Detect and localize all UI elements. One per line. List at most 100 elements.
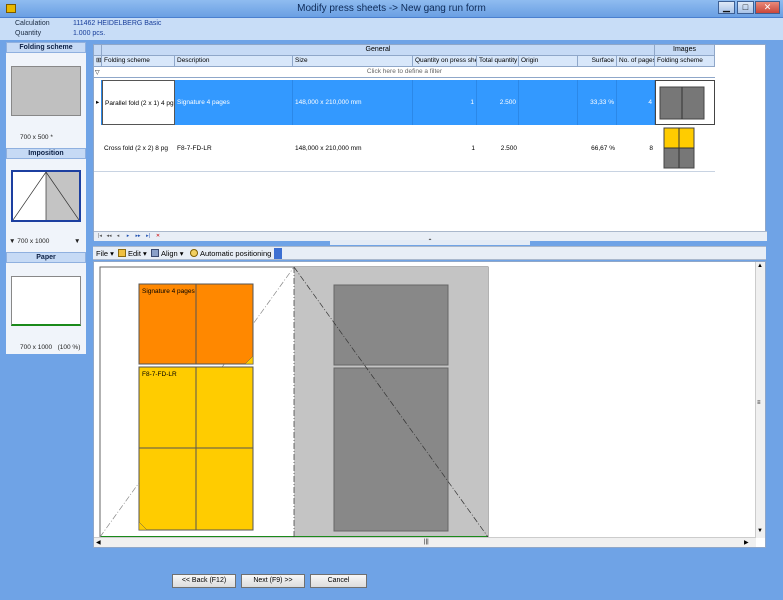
automatic-positioning-label: Automatic positioning (200, 249, 272, 258)
scroll-right-icon[interactable]: ▶ (744, 539, 749, 546)
cell-folding-scheme[interactable]: Cross fold (2 x 2) 8 pg (102, 126, 175, 171)
align-menu-label: Align (161, 249, 178, 258)
table-row[interactable]: Cross fold (2 x 2) 8 pg F8-7-FD-LR 148,0… (94, 126, 654, 171)
automatic-positioning-button[interactable]: Automatic positioning (190, 249, 271, 258)
triangle-down-icon: ▼ (9, 238, 16, 245)
paper-size-row: 700 x 1000 (100 %) (20, 344, 80, 351)
vertical-scrollbar[interactable]: ▲ ≡ ▼ (755, 262, 765, 538)
group-header-general: General (102, 45, 655, 56)
table-row[interactable]: ▸ Parallel fold (2 x 1) 4 pg Signature 4… (94, 80, 655, 125)
edit-menu[interactable]: Edit ▾ (118, 249, 147, 258)
align-icon (151, 249, 159, 257)
cell-description[interactable]: Signature 4 pages (175, 80, 293, 125)
calculation-label: Calculation (15, 20, 50, 27)
paper-size: 700 x 1000 (20, 344, 53, 351)
imposition-dropdown-icon[interactable]: ▼ (74, 238, 80, 245)
close-button[interactable]: ✕ (755, 1, 780, 14)
filter-row[interactable]: Click here to define a filter (94, 67, 715, 78)
prev-page-icon[interactable]: ◂◂ (105, 233, 113, 240)
cell-surface[interactable]: 66,67 % (578, 126, 617, 171)
cancel-button[interactable]: Cancel (310, 574, 367, 588)
column-header-description[interactable]: Description (175, 56, 293, 67)
f8-signature-label[interactable]: F8-7-FD-LR (142, 371, 177, 378)
column-header-pages[interactable]: No. of pages (617, 56, 655, 67)
quantity-label: Quantity (15, 30, 42, 37)
hscroll-thumb-icon[interactable]: ||| (424, 539, 429, 545)
column-header-surface[interactable]: Surface (578, 56, 617, 67)
cell-surface[interactable]: 33,33 % (578, 80, 617, 125)
filter-placeholder: Click here to define a filter (366, 68, 443, 75)
cell-size[interactable]: 148,000 x 210,000 mm (293, 80, 413, 125)
column-header-total-quantity[interactable]: Total quantity (477, 56, 519, 67)
back-button[interactable]: << Back (F12) (172, 574, 236, 588)
row-indicator-icon: ▸ (94, 80, 102, 125)
next-record-icon[interactable]: ▸ (124, 233, 132, 240)
quantity-row: Quantity 1.000 pcs. (15, 30, 105, 37)
cell-description[interactable]: F8-7-FD-LR (175, 126, 293, 171)
folding-scheme-preview[interactable] (11, 66, 81, 116)
next-page-icon[interactable]: ▸▸ (134, 233, 142, 240)
cell-pages[interactable]: 8 (617, 126, 655, 171)
align-menu[interactable]: Align ▾ (151, 249, 184, 258)
maximize-button[interactable]: □ (737, 1, 754, 14)
magic-wand-icon (190, 249, 198, 257)
file-menu-label: File (96, 249, 109, 258)
calculation-row: Calculation 111462 HEIDELBERG Basic (15, 20, 161, 27)
row-divider (94, 171, 715, 172)
folding-scheme-header[interactable]: Folding scheme (6, 42, 86, 53)
column-header-origin[interactable]: Origin (519, 56, 578, 67)
paper-percent: (100 %) (57, 344, 81, 351)
column-header-folding-scheme[interactable]: Folding scheme (102, 56, 175, 67)
cell-origin[interactable] (519, 80, 578, 125)
column-header-quantity-on-sheet[interactable]: Quantity on press she (413, 56, 477, 67)
edit-icon (118, 249, 126, 257)
horizontal-scrollbar[interactable]: ◀ ||| ▶ (94, 537, 756, 547)
toolbar-overflow-icon[interactable] (274, 248, 282, 259)
paper-header[interactable]: Paper (6, 252, 86, 263)
cell-total-qty[interactable]: 2.500 (477, 126, 519, 171)
imposition-preview[interactable] (11, 170, 81, 222)
parallel-fold-thumbnail (659, 86, 705, 120)
next-button[interactable]: Next (F9) >> (241, 574, 305, 588)
cell-folding-scheme[interactable]: Parallel fold (2 x 1) 4 pg (102, 80, 175, 125)
cell-qty-on-sheet[interactable]: 1 (413, 80, 477, 125)
cell-origin[interactable] (519, 126, 578, 171)
grid-corner (94, 45, 102, 56)
cell-qty-on-sheet[interactable]: 1 (413, 126, 477, 171)
canvas-toolbar: File ▾ Edit ▾ Align ▾ Automatic position… (93, 246, 766, 260)
layout-canvas: Signature 4 pages F8-7-FD-LR ▲ ≡ ▼ ◀ |||… (93, 261, 766, 548)
splitter-handle[interactable]: ⌃ (330, 239, 530, 245)
scroll-left-icon[interactable]: ◀ (96, 539, 101, 546)
cell-size[interactable]: 148,000 x 210,000 mm (293, 126, 413, 171)
scroll-down-icon[interactable]: ▼ (757, 528, 763, 534)
column-chooser-icon[interactable]: ⊞ (94, 56, 102, 67)
scroll-thumb-icon[interactable]: ≡ (757, 400, 761, 406)
imposition-size: 700 x 1000 (17, 238, 50, 245)
imposition-header[interactable]: Imposition (6, 148, 86, 159)
scroll-up-icon[interactable]: ▲ (757, 263, 763, 269)
folding-scheme-image-cell[interactable] (655, 80, 715, 125)
filter-icon[interactable]: ▽ (95, 69, 100, 76)
calculation-value[interactable]: 111462 HEIDELBERG Basic (73, 20, 161, 27)
cell-pages[interactable]: 4 (617, 80, 655, 125)
cell-total-qty[interactable]: 2.500 (477, 80, 519, 125)
press-sheet-grid: General Images ⊞ Folding scheme Descript… (93, 44, 767, 241)
delete-record-icon[interactable]: ✕ (154, 233, 162, 240)
paper-preview[interactable] (11, 276, 81, 326)
left-panel: Folding scheme 700 x 500 * Imposition ▼ … (6, 42, 86, 354)
column-header-image[interactable]: Folding scheme (655, 56, 715, 67)
prev-record-icon[interactable]: ◂ (114, 233, 122, 240)
imposition-thumbnail (13, 172, 79, 220)
minimize-button[interactable]: ▁ (718, 1, 735, 14)
edit-menu-label: Edit (128, 249, 141, 258)
title-bar: Modify press sheets -> New gang run form… (0, 0, 783, 18)
folding-scheme-image-cell[interactable] (655, 126, 715, 171)
file-menu[interactable]: File ▾ (96, 249, 114, 258)
column-header-size[interactable]: Size (293, 56, 413, 67)
quantity-value: 1.000 pcs. (72, 30, 106, 37)
imposition-size-row[interactable]: ▼ 700 x 1000 (9, 238, 49, 245)
info-header: Calculation 111462 HEIDELBERG Basic Quan… (0, 18, 783, 40)
first-page-icon[interactable]: |◂ (96, 233, 104, 240)
signature-4-pages-label[interactable]: Signature 4 pages (142, 288, 195, 295)
last-page-icon[interactable]: ▸| (144, 233, 152, 240)
